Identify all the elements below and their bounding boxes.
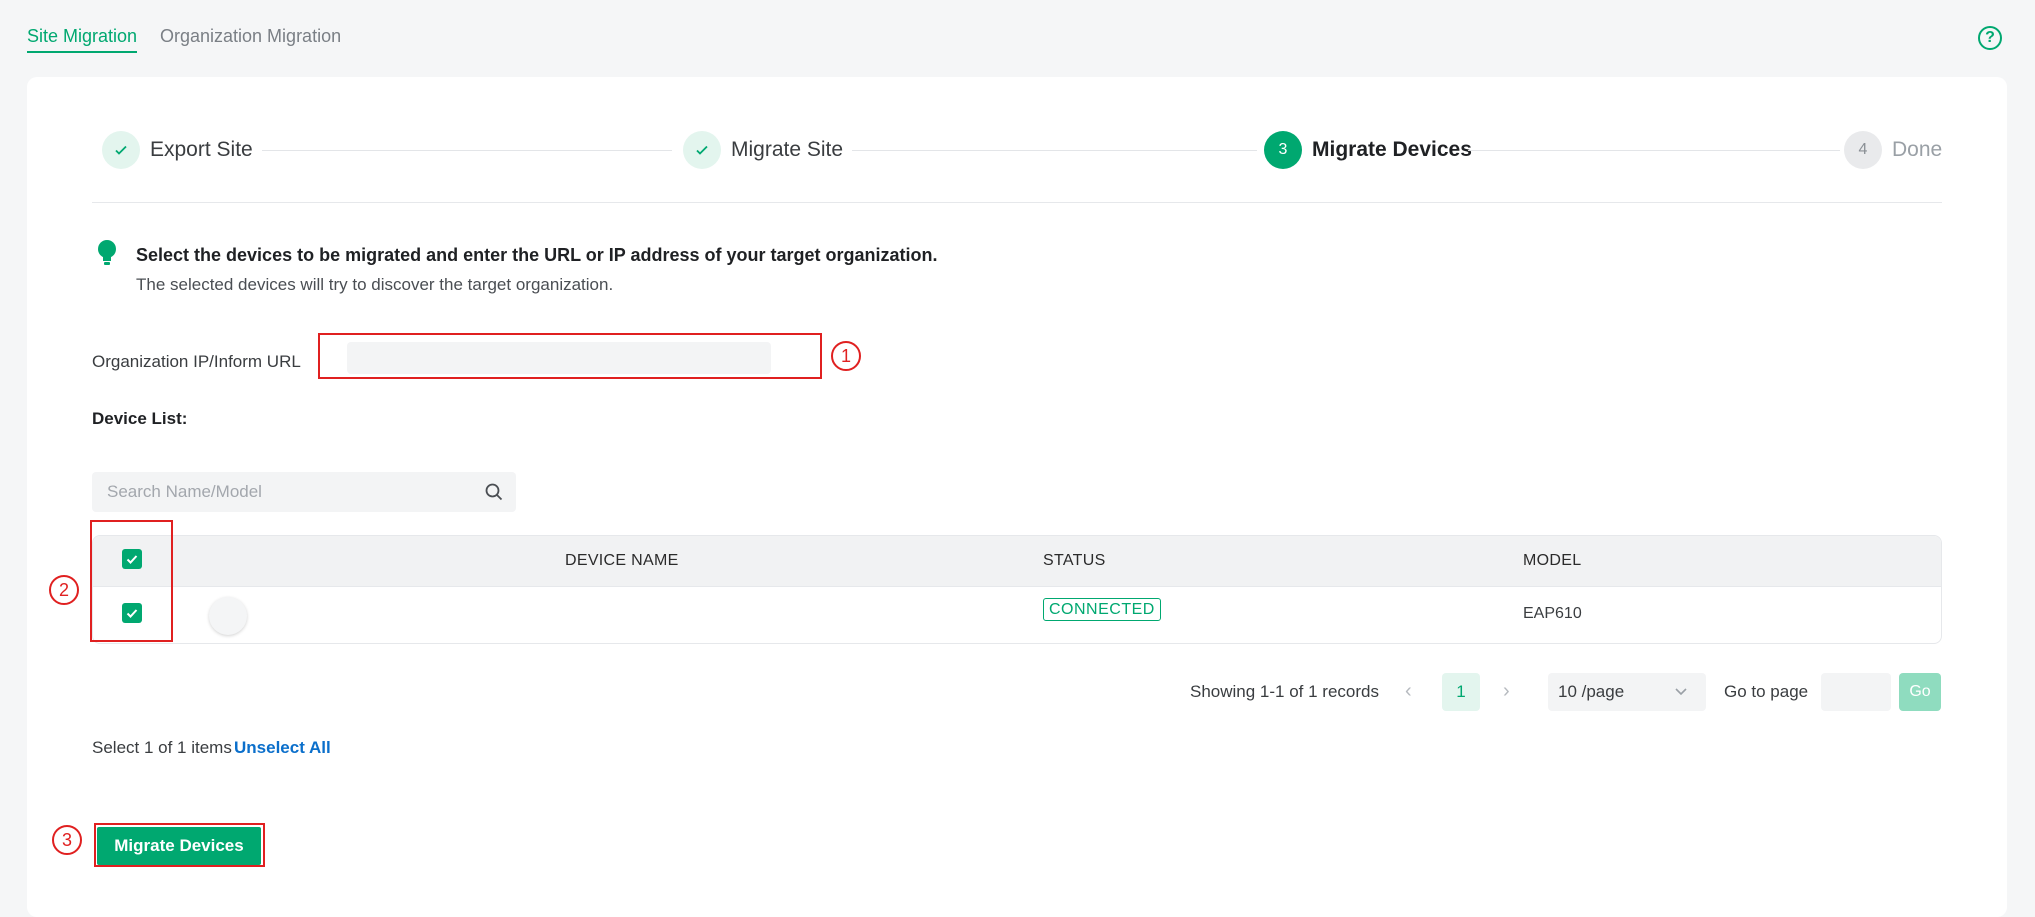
page-size-value: 10 /page (1558, 682, 1625, 701)
search-icon[interactable] (484, 482, 504, 507)
help-icon[interactable]: ? (1978, 26, 2002, 50)
model-cell: EAP610 (1523, 605, 1582, 622)
pagination-summary: Showing 1-1 of 1 records (1190, 682, 1379, 701)
tip-title: Select the devices to be migrated and en… (136, 245, 938, 265)
table-row[interactable]: CONNECTED EAP610 (93, 586, 1941, 643)
callout-2: 2 (49, 575, 79, 605)
callout-3: 3 (52, 825, 82, 855)
column-model[interactable]: MODEL (1523, 552, 1581, 570)
step-1-check-icon (102, 131, 140, 169)
goto-page-input[interactable] (1821, 673, 1891, 711)
step-1-label: Export Site (150, 138, 253, 161)
step-2-label: Migrate Site (731, 138, 844, 161)
search-input[interactable]: Search Name/Model (107, 482, 262, 502)
divider (92, 202, 1942, 203)
callout-1: 1 (831, 341, 861, 371)
next-page-icon[interactable]: › (1503, 680, 1510, 703)
goto-label: Go to page (1724, 682, 1809, 701)
step-connector (1468, 150, 1840, 151)
column-device-name[interactable]: DEVICE NAME (565, 552, 679, 570)
tip-subtitle: The selected devices will try to discove… (136, 275, 614, 294)
device-search[interactable]: Search Name/Model (92, 472, 516, 512)
column-status[interactable]: STATUS (1043, 552, 1106, 570)
device-table: DEVICE NAME STATUS MODEL CONNECTED EAP61… (92, 535, 1942, 644)
device-avatar-icon (209, 597, 247, 635)
step-3-label: Migrate Devices (1312, 138, 1472, 161)
page-size-select[interactable]: 10 /page (1548, 673, 1706, 711)
tab-site-migration[interactable]: Site Migration (27, 26, 138, 53)
selection-summary: Select 1 of 1 items (92, 738, 232, 757)
step-connector (262, 150, 672, 151)
lightbulb-icon (96, 239, 118, 272)
step-2-check-icon (683, 131, 721, 169)
go-button[interactable]: Go (1899, 673, 1941, 711)
table-header: DEVICE NAME STATUS MODEL (93, 536, 1941, 586)
status-badge: CONNECTED (1043, 598, 1161, 621)
tab-organization-migration[interactable]: Organization Migration (160, 26, 341, 47)
step-4-label: Done (1892, 138, 1943, 161)
chevron-down-icon (1674, 684, 1688, 703)
annotation-box-3 (94, 823, 265, 867)
step-3-number: 3 (1264, 131, 1302, 169)
annotation-box-1 (318, 333, 822, 379)
device-list-label: Device List: (92, 409, 188, 428)
annotation-box-2 (90, 520, 173, 642)
page-1-button[interactable]: 1 (1442, 673, 1480, 711)
prev-page-icon[interactable]: ‹ (1405, 680, 1412, 703)
step-connector (852, 150, 1257, 151)
org-url-label: Organization IP/Inform URL (92, 352, 301, 371)
step-4-number: 4 (1844, 131, 1882, 169)
unselect-all-link[interactable]: Unselect All (234, 738, 331, 758)
